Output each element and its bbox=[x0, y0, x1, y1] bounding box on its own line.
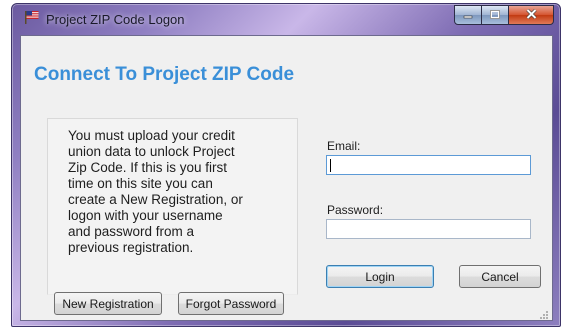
minimize-button[interactable] bbox=[454, 5, 482, 25]
info-panel: You must upload your credit union data t… bbox=[47, 118, 298, 295]
info-line: and password from a bbox=[68, 224, 195, 239]
info-text: You must upload your credit union data t… bbox=[68, 128, 268, 256]
info-line: previous registration. bbox=[68, 240, 194, 255]
title-bar[interactable]: Project ZIP Code Logon bbox=[12, 4, 560, 32]
flag-icon bbox=[24, 10, 40, 24]
info-line: union data to unlock Project bbox=[68, 144, 235, 159]
login-button[interactable]: Login bbox=[326, 265, 434, 288]
minimize-icon bbox=[463, 6, 473, 24]
info-line: You must upload your credit bbox=[68, 128, 235, 143]
close-icon bbox=[525, 6, 537, 24]
close-button[interactable] bbox=[508, 5, 554, 25]
page-title: Connect To Project ZIP Code bbox=[34, 64, 295, 85]
cancel-button[interactable]: Cancel bbox=[459, 265, 541, 288]
forgot-password-button[interactable]: Forgot Password bbox=[178, 292, 284, 315]
caption-buttons bbox=[454, 5, 554, 25]
maximize-button[interactable] bbox=[481, 5, 509, 25]
resize-grip-icon[interactable] bbox=[539, 307, 549, 319]
info-line: Zip Code. If this is you first bbox=[68, 160, 228, 175]
dialog-client-area: Connect To Project ZIP Code You must upl… bbox=[20, 35, 553, 321]
email-field[interactable] bbox=[326, 155, 531, 175]
logon-window: Project ZIP Code Logon Connect To Projec… bbox=[11, 3, 561, 327]
maximize-icon bbox=[490, 6, 500, 24]
text-caret bbox=[330, 159, 331, 172]
info-line: create a New Registration, or bbox=[68, 192, 243, 207]
info-line: logon with your username bbox=[68, 208, 223, 223]
new-registration-button[interactable]: New Registration bbox=[54, 292, 162, 315]
password-field[interactable] bbox=[326, 219, 531, 239]
email-label: Email: bbox=[327, 139, 361, 153]
info-line: time on this site you can bbox=[68, 176, 213, 191]
window-title: Project ZIP Code Logon bbox=[46, 12, 185, 27]
password-label: Password: bbox=[327, 203, 384, 217]
